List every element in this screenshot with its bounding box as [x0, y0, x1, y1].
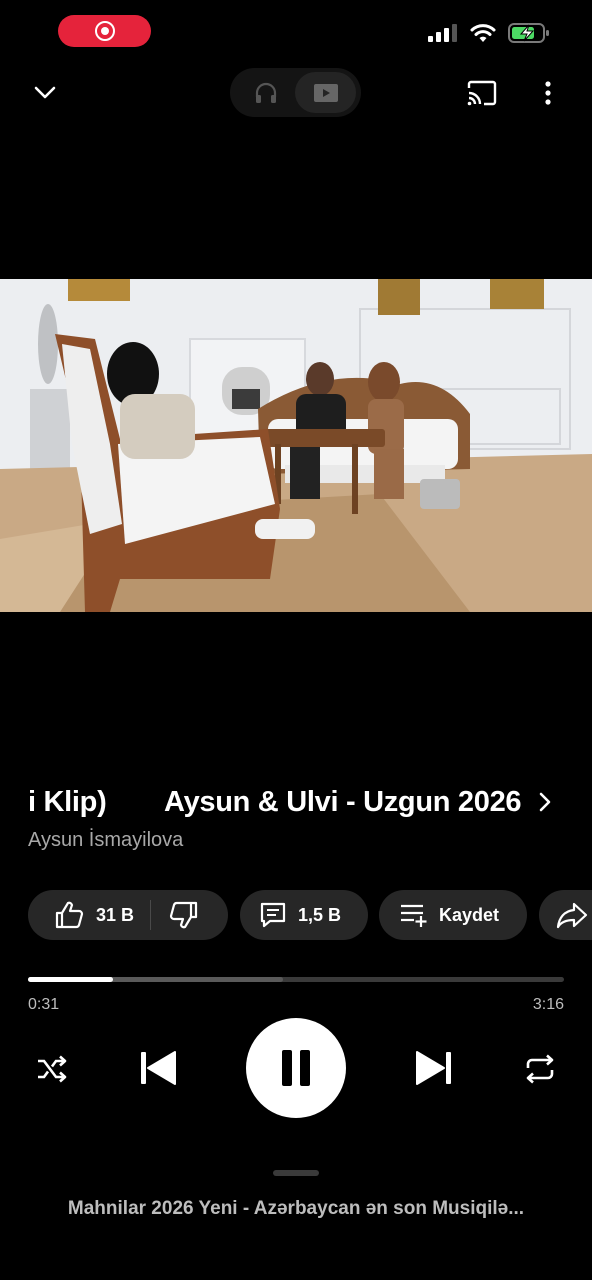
shuffle-icon	[38, 1055, 67, 1083]
video-icon	[313, 83, 338, 102]
thumbs-up-icon	[55, 901, 84, 929]
shuffle-button[interactable]	[32, 1050, 72, 1088]
chip-divider	[150, 900, 152, 930]
like-count: 31 B	[96, 904, 135, 925]
skip-next-icon	[416, 1051, 451, 1085]
like-button[interactable]: 31 B	[28, 900, 134, 930]
like-dislike-chip: 31 B	[28, 890, 228, 940]
audio-video-toggle[interactable]	[230, 68, 361, 117]
video-frame	[0, 279, 592, 612]
audio-mode-button[interactable]	[235, 72, 296, 113]
thumbs-down-icon	[169, 901, 198, 929]
collapse-button[interactable]	[30, 80, 60, 106]
chevron-down-icon	[34, 86, 56, 99]
screen-record-icon	[94, 21, 115, 41]
channel-name[interactable]: Aysun İsmayilova	[28, 829, 183, 852]
share-icon	[556, 902, 588, 929]
title-scroll-tail: i Klip)	[28, 786, 107, 818]
previous-button[interactable]	[134, 1046, 182, 1090]
pause-icon	[282, 1050, 310, 1086]
pause-button[interactable]	[246, 1018, 346, 1118]
title-expand-button[interactable]	[538, 791, 552, 818]
video-player[interactable]	[0, 279, 592, 612]
cast-button[interactable]	[464, 78, 500, 108]
video-mode-button[interactable]	[295, 72, 356, 113]
wifi-icon	[470, 24, 496, 42]
current-time: 0:31	[28, 996, 60, 1013]
comments-button[interactable]: 1,5 B	[240, 890, 368, 940]
more-vertical-icon	[545, 81, 551, 105]
progress-fill	[28, 977, 113, 982]
repeat-button[interactable]	[520, 1050, 560, 1088]
playlist-title[interactable]: Mahnilar 2026 Yeni - Azərbaycan ən son M…	[0, 1198, 592, 1220]
cellular-signal-icon	[428, 24, 457, 42]
battery-charging-icon	[508, 23, 549, 43]
next-button[interactable]	[410, 1046, 458, 1090]
seek-bar[interactable]	[28, 977, 564, 982]
cast-icon	[467, 80, 497, 106]
screen-recording-indicator[interactable]	[58, 15, 151, 47]
comment-count: 1,5 B	[298, 904, 342, 925]
title-text: Aysun & Ulvi - Uzgun 2026	[164, 786, 522, 818]
share-button[interactable]	[539, 890, 592, 940]
save-button[interactable]: Kaydet	[379, 890, 527, 940]
duration: 3:16	[532, 996, 564, 1013]
skip-previous-icon	[141, 1051, 176, 1085]
status-icons	[428, 22, 550, 44]
playlist-add-icon	[401, 904, 427, 927]
more-options-button[interactable]	[536, 78, 560, 108]
headphones-icon	[255, 82, 276, 103]
dislike-button[interactable]	[169, 900, 199, 930]
video-title[interactable]: i Klip) Aysun & Ulvi - Uzgun 2026	[28, 786, 533, 822]
save-label: Kaydet	[439, 904, 500, 925]
comment-icon	[260, 902, 286, 928]
repeat-icon	[526, 1054, 554, 1084]
chevron-right-icon	[539, 792, 551, 812]
queue-drag-handle[interactable]	[273, 1170, 319, 1176]
